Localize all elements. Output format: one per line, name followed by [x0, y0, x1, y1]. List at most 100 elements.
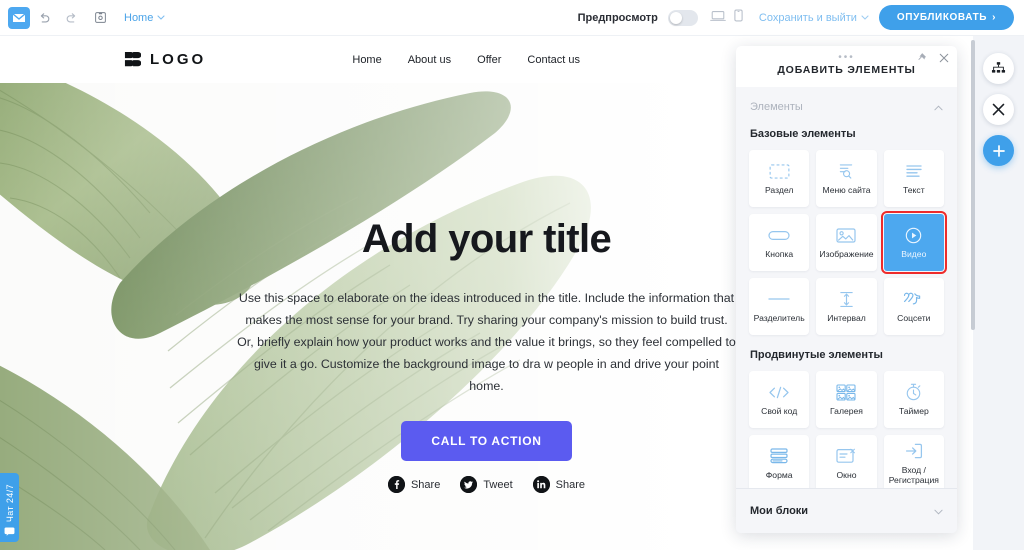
- section-elements-label: Элементы: [750, 101, 803, 113]
- logo-text: LOGO: [150, 51, 207, 68]
- my-blocks-section[interactable]: Мои блоки: [736, 488, 957, 533]
- form-icon: [769, 447, 789, 465]
- tile-video[interactable]: Видео: [880, 211, 948, 274]
- basic-elements-grid: Раздел Меню сайта Текст Кнопка Изображен…: [736, 140, 957, 337]
- panel-header: ••• ДОБАВИТЬ ЭЛЕМЕНТЫ: [736, 46, 957, 87]
- close-icon[interactable]: [937, 51, 950, 64]
- publish-arrow: ›: [992, 12, 996, 23]
- tile-spacer[interactable]: Интервал: [816, 278, 877, 335]
- twitter-icon: [460, 476, 478, 493]
- save-and-exit-button[interactable]: Сохранить и выйти: [759, 12, 869, 24]
- page-selector-label: Home: [124, 11, 154, 24]
- call-to-action-button[interactable]: CALL TO ACTION: [401, 421, 572, 461]
- tile-button[interactable]: Кнопка: [749, 214, 810, 271]
- image-icon: [836, 227, 857, 244]
- tile-custom-code-label: Свой код: [761, 405, 798, 416]
- device-switcher: [710, 9, 743, 27]
- timer-icon: [905, 383, 922, 401]
- my-blocks-label: Мои блоки: [750, 505, 809, 517]
- share-row: Share Tweet Share: [387, 476, 585, 493]
- tile-gallery-label: Галерея: [830, 405, 863, 416]
- chat-badge-label: Чат 24/7: [4, 483, 15, 522]
- publish-button[interactable]: ОПУБЛИКОВАТЬ ›: [878, 5, 1014, 30]
- chevron-down-icon[interactable]: [934, 502, 943, 520]
- chevron-up-icon[interactable]: [934, 98, 943, 116]
- envelope-icon[interactable]: [8, 6, 30, 29]
- redo-icon[interactable]: [58, 4, 86, 32]
- undo-icon[interactable]: [30, 4, 58, 32]
- spacer-icon: [839, 291, 854, 308]
- advanced-elements-grid: Свой код Галерея Таймер Форма Окно Вход …: [736, 361, 957, 488]
- tile-login-registration[interactable]: Вход / Регистрация: [883, 435, 944, 488]
- plus-icon[interactable]: [983, 135, 1014, 166]
- phone-icon[interactable]: [734, 9, 743, 27]
- tile-form[interactable]: Форма: [749, 435, 810, 488]
- linkedin-icon: [532, 476, 550, 493]
- code-icon: [768, 384, 790, 401]
- group-advanced-label: Продвинутые элементы: [750, 349, 883, 361]
- panel-drag-handle[interactable]: •••: [838, 53, 855, 63]
- tile-window[interactable]: Окно: [816, 435, 877, 488]
- share-linkedin[interactable]: Share: [532, 476, 585, 493]
- site-menu-icon: [837, 163, 855, 180]
- tile-section[interactable]: Раздел: [749, 150, 810, 207]
- panel-title: ДОБАВИТЬ ЭЛЕМЕНТЫ: [777, 64, 916, 76]
- tile-gallery[interactable]: Галерея: [816, 371, 877, 428]
- chat-badge[interactable]: Чат 24/7: [0, 473, 19, 542]
- social-icon: [903, 291, 924, 308]
- tile-text-label: Текст: [903, 184, 925, 195]
- group-basic-label: Базовые элементы: [750, 128, 856, 140]
- site-logo[interactable]: LOGO: [124, 51, 206, 68]
- nav-item-home[interactable]: Home: [352, 54, 381, 66]
- panel-body: Элементы Базовые элементы Раздел Меню са…: [736, 87, 957, 488]
- toolbar-right-group: Предпросмотр Сохранить и выйти ОПУБЛИКОВ…: [578, 5, 1024, 30]
- nav-item-about-us[interactable]: About us: [408, 54, 451, 66]
- tile-window-label: Окно: [836, 469, 857, 480]
- share-facebook-label: Share: [410, 478, 441, 491]
- login-icon: [905, 443, 923, 460]
- share-twitter[interactable]: Tweet: [460, 476, 513, 493]
- tile-section-label: Раздел: [764, 184, 794, 195]
- preview-label: Предпросмотр: [577, 11, 658, 24]
- logo-mark-icon: [124, 51, 141, 67]
- save-disk-icon[interactable]: [86, 4, 114, 32]
- nav-item-offer[interactable]: Offer: [477, 54, 501, 66]
- top-toolbar: Home Предпросмотр Сохранить и выйти ОПУБ…: [0, 0, 1024, 36]
- pin-icon[interactable]: [917, 51, 930, 64]
- gallery-grid-icon: [836, 383, 857, 401]
- tile-custom-code[interactable]: Свой код: [749, 371, 810, 428]
- button-pill-icon: [768, 227, 790, 244]
- tile-button-label: Кнопка: [765, 248, 794, 259]
- tile-timer-label: Таймер: [898, 405, 929, 416]
- tile-social[interactable]: Соцсети: [883, 278, 944, 335]
- nav-item-contact-us[interactable]: Contact us: [527, 54, 580, 66]
- tile-text[interactable]: Текст: [883, 150, 944, 207]
- window-popup-icon: [836, 448, 856, 465]
- chat-bubble-icon: [4, 527, 15, 536]
- section-elements-header[interactable]: Элементы: [736, 87, 957, 123]
- tile-image-label: Изображение: [819, 248, 874, 259]
- panel-header-tools: [917, 51, 950, 64]
- sitemap-icon[interactable]: [983, 53, 1014, 84]
- page-selector[interactable]: Home: [124, 12, 165, 24]
- tile-site-menu-label: Меню сайта: [822, 184, 871, 195]
- save-and-exit-label: Сохранить и выйти: [758, 11, 857, 24]
- tile-login-registration-label: Вход / Регистрация: [888, 464, 939, 485]
- publish-label: ОПУБЛИКОВАТЬ: [896, 12, 988, 23]
- laptop-icon[interactable]: [710, 9, 726, 27]
- share-twitter-label: Tweet: [483, 478, 513, 491]
- share-facebook[interactable]: Share: [387, 476, 441, 493]
- hero-title[interactable]: Add your title: [362, 219, 612, 259]
- tile-divider[interactable]: Разделитель: [749, 278, 810, 335]
- tile-timer[interactable]: Таймер: [883, 371, 944, 428]
- tile-form-label: Форма: [765, 469, 793, 480]
- text-lines-icon: [905, 163, 923, 180]
- toolbar-left-group: Home: [0, 4, 165, 32]
- close-icon[interactable]: [983, 94, 1014, 125]
- tile-site-menu[interactable]: Меню сайта: [816, 150, 877, 207]
- tile-image[interactable]: Изображение: [816, 214, 877, 271]
- hero-paragraph[interactable]: Use this space to elaborate on the ideas…: [237, 287, 737, 397]
- preview-toggle[interactable]: [667, 9, 698, 26]
- add-elements-panel[interactable]: ••• ДОБАВИТЬ ЭЛЕМЕНТЫ Элементы Базовые э…: [736, 46, 957, 533]
- facebook-icon: [387, 476, 405, 493]
